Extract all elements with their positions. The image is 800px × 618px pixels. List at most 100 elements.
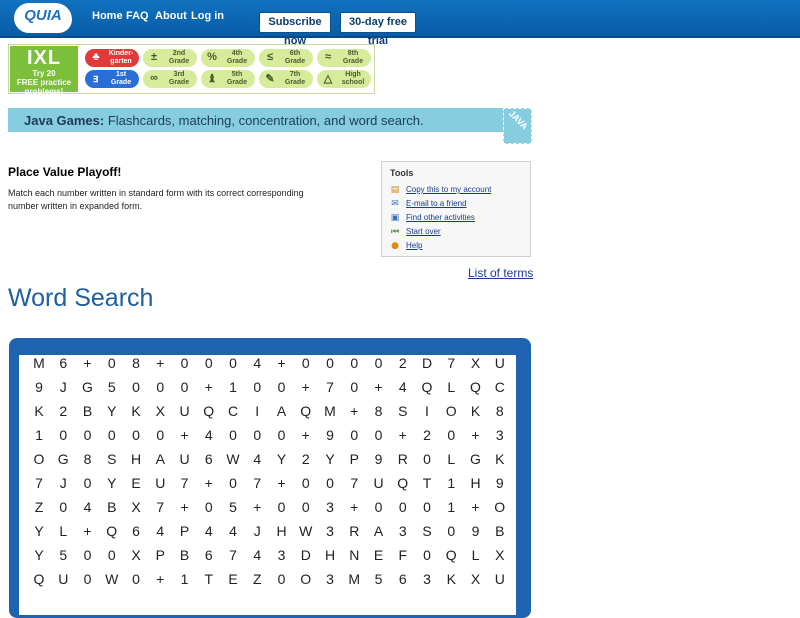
- grid-cell[interactable]: P: [148, 547, 172, 571]
- grid-cell[interactable]: Y: [100, 475, 124, 499]
- grid-cell[interactable]: 0: [367, 427, 391, 451]
- grid-cell[interactable]: U: [367, 475, 391, 499]
- grid-cell[interactable]: +: [294, 427, 318, 451]
- grid-cell[interactable]: U: [148, 475, 172, 499]
- grid-cell[interactable]: 1: [221, 379, 245, 403]
- grid-cell[interactable]: K: [488, 451, 512, 475]
- grid-cell[interactable]: U: [488, 355, 512, 379]
- grid-cell[interactable]: Q: [294, 403, 318, 427]
- grid-cell[interactable]: U: [173, 451, 197, 475]
- grid-cell[interactable]: 0: [245, 427, 269, 451]
- list-of-terms-link[interactable]: List of terms: [468, 266, 533, 280]
- grid-cell[interactable]: 0: [270, 571, 294, 595]
- grid-cell[interactable]: L: [51, 523, 75, 547]
- grid-cell[interactable]: +: [270, 355, 294, 379]
- grade-pill[interactable]: ∞ 3rd Grade: [143, 70, 197, 88]
- grid-cell[interactable]: 0: [124, 571, 148, 595]
- grid-cell[interactable]: 0: [221, 475, 245, 499]
- grid-cell[interactable]: 6: [197, 547, 221, 571]
- grid-cell[interactable]: 3: [488, 427, 512, 451]
- grid-cell[interactable]: +: [76, 355, 100, 379]
- grid-cell[interactable]: E: [124, 475, 148, 499]
- grid-cell[interactable]: +: [197, 475, 221, 499]
- grid-cell[interactable]: 0: [342, 427, 366, 451]
- grid-cell[interactable]: Q: [439, 547, 463, 571]
- grid-cell[interactable]: U: [51, 571, 75, 595]
- grid-cell[interactable]: H: [124, 451, 148, 475]
- grid-cell[interactable]: 0: [294, 355, 318, 379]
- grid-cell[interactable]: 4: [391, 379, 415, 403]
- grid-cell[interactable]: Q: [197, 403, 221, 427]
- grid-cell[interactable]: 3: [391, 523, 415, 547]
- grid-cell[interactable]: B: [100, 499, 124, 523]
- grid-cell[interactable]: O: [488, 499, 512, 523]
- grid-cell[interactable]: N: [342, 547, 366, 571]
- grid-cell[interactable]: 0: [100, 355, 124, 379]
- grid-cell[interactable]: U: [488, 571, 512, 595]
- grid-cell[interactable]: G: [76, 379, 100, 403]
- grid-cell[interactable]: +: [367, 379, 391, 403]
- grid-cell[interactable]: 3: [270, 547, 294, 571]
- grid-cell[interactable]: 0: [76, 475, 100, 499]
- grid-cell[interactable]: 4: [197, 427, 221, 451]
- grid-cell[interactable]: J: [51, 379, 75, 403]
- grid-cell[interactable]: 1: [27, 427, 51, 451]
- subscribe-button[interactable]: Subscribe now: [259, 12, 331, 47]
- grid-cell[interactable]: 6: [391, 571, 415, 595]
- grade-pill[interactable]: ♝ 5th Grade: [201, 70, 255, 88]
- grid-cell[interactable]: 0: [342, 379, 366, 403]
- help-link[interactable]: Help: [406, 241, 422, 250]
- grid-cell[interactable]: 0: [367, 499, 391, 523]
- grid-cell[interactable]: 0: [76, 547, 100, 571]
- grade-pill[interactable]: ♣ Kinder-garten: [85, 49, 139, 67]
- grid-cell[interactable]: 2: [51, 403, 75, 427]
- grid-cell[interactable]: C: [221, 403, 245, 427]
- grid-cell[interactable]: +: [464, 427, 488, 451]
- start-over-link[interactable]: Start over: [406, 227, 441, 236]
- grid-cell[interactable]: S: [100, 451, 124, 475]
- grid-cell[interactable]: 8: [488, 403, 512, 427]
- grid-cell[interactable]: 0: [367, 355, 391, 379]
- grid-cell[interactable]: D: [294, 547, 318, 571]
- grid-cell[interactable]: J: [245, 523, 269, 547]
- grid-cell[interactable]: T: [415, 475, 439, 499]
- grid-cell[interactable]: C: [488, 379, 512, 403]
- grid-cell[interactable]: 0: [124, 427, 148, 451]
- grid-cell[interactable]: 9: [488, 475, 512, 499]
- grid-cell[interactable]: W: [100, 571, 124, 595]
- quia-logo[interactable]: QUIA: [14, 3, 72, 33]
- grid-cell[interactable]: O: [294, 571, 318, 595]
- grid-cell[interactable]: W: [221, 451, 245, 475]
- grid-cell[interactable]: 7: [245, 475, 269, 499]
- grid-cell[interactable]: K: [124, 403, 148, 427]
- grid-cell[interactable]: 4: [245, 451, 269, 475]
- grid-cell[interactable]: G: [51, 451, 75, 475]
- free-trial-button[interactable]: 30-day free trial: [340, 12, 416, 47]
- grid-cell[interactable]: 0: [439, 523, 463, 547]
- grid-cell[interactable]: Q: [391, 475, 415, 499]
- grid-cell[interactable]: G: [464, 451, 488, 475]
- grid-cell[interactable]: A: [270, 403, 294, 427]
- grade-pill[interactable]: ⱻ 1st Grade: [85, 70, 139, 88]
- grid-cell[interactable]: 0: [342, 355, 366, 379]
- grid-cell[interactable]: 1: [439, 499, 463, 523]
- grid-cell[interactable]: X: [124, 499, 148, 523]
- grid-cell[interactable]: 3: [318, 499, 342, 523]
- grid-cell[interactable]: 6: [197, 451, 221, 475]
- grid-cell[interactable]: P: [342, 451, 366, 475]
- grid-cell[interactable]: Y: [27, 547, 51, 571]
- grid-cell[interactable]: 1: [173, 571, 197, 595]
- grid-cell[interactable]: T: [197, 571, 221, 595]
- grade-pill[interactable]: ±2nd Grade: [143, 49, 197, 67]
- grid-cell[interactable]: D: [415, 355, 439, 379]
- grid-cell[interactable]: +: [148, 355, 172, 379]
- grid-cell[interactable]: 0: [221, 355, 245, 379]
- grid-cell[interactable]: +: [173, 427, 197, 451]
- grid-cell[interactable]: S: [415, 523, 439, 547]
- ixl-logo[interactable]: IXL Try 20 FREE practice problems!: [10, 46, 78, 96]
- grid-cell[interactable]: +: [391, 427, 415, 451]
- grid-cell[interactable]: 6: [51, 355, 75, 379]
- grid-cell[interactable]: 0: [415, 499, 439, 523]
- grid-cell[interactable]: 0: [148, 427, 172, 451]
- grid-cell[interactable]: Q: [415, 379, 439, 403]
